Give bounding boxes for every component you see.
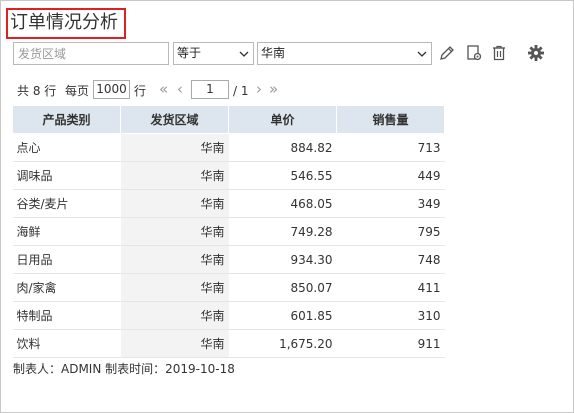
report-footer: 制表人：ADMIN 制表时间：2019-10-18 [13,362,235,376]
cell-category: 点心 [12,133,121,162]
table-row: 日用品 华南 934.30 748 [12,245,445,274]
edit-icon[interactable] [438,44,456,62]
column-header: 发货区域 [120,105,229,134]
cell-category: 调味品 [12,161,121,190]
cell-unit-price: 749.28 [228,217,337,246]
cell-category: 日用品 [12,245,121,274]
gear-icon[interactable] [527,44,545,62]
page-size-input[interactable]: 1000 [93,80,130,99]
cell-unit-price: 546.55 [228,161,337,190]
cell-unit-price: 1,675.20 [228,329,337,358]
cell-unit-price: 884.82 [228,133,337,162]
cell-region: 华南 [120,329,229,358]
settings-doc-icon[interactable] [465,44,483,62]
operator-select[interactable]: 等于 [173,42,254,65]
table-row: 调味品 华南 546.55 449 [12,161,445,190]
page-number-input[interactable]: 1 [191,80,229,99]
cell-sales-volume: 310 [336,301,445,330]
cell-sales-volume: 411 [336,273,445,302]
cell-sales-volume: 911 [336,329,445,358]
chevron-down-icon [417,51,427,57]
table-row: 肉/家禽 华南 850.07 411 [12,273,445,302]
cell-category: 特制品 [12,301,121,330]
per-page-label: 每页 [65,84,90,98]
prev-page-icon[interactable]: ‹ [177,80,183,98]
column-header: 销售量 [336,105,445,134]
page-title: 订单情况分析 [10,12,118,33]
cell-category: 肉/家禽 [12,273,121,302]
cell-region: 华南 [120,273,229,302]
total-pages-label: / 1 [233,84,249,98]
cell-region: 华南 [120,301,229,330]
cell-sales-volume: 748 [336,245,445,274]
first-page-icon[interactable]: « [159,80,168,98]
total-rows-label: 共 8 行 [17,84,57,98]
table-row: 海鲜 华南 749.28 795 [12,217,445,246]
cell-unit-price: 934.30 [228,245,337,274]
table-header-row: 产品类别 发货区域 单价 销售量 [12,105,445,134]
cell-unit-price: 468.05 [228,189,337,218]
last-page-icon[interactable]: » [269,80,278,98]
cell-category: 饮料 [12,329,121,358]
table-row: 谷类/麦片 华南 468.05 349 [12,189,445,218]
cell-sales-volume: 713 [336,133,445,162]
table-row: 特制品 华南 601.85 310 [12,301,445,330]
cell-category: 谷类/麦片 [12,189,121,218]
cell-sales-volume: 449 [336,161,445,190]
column-header: 单价 [228,105,337,134]
table-row: 点心 华南 884.82 713 [12,133,445,162]
value-select-value: 华南 [261,46,286,60]
data-table: 产品类别 发货区域 单价 销售量 点心 华南 884.82 713 调味品 华南… [12,105,445,358]
cell-category: 海鲜 [12,217,121,246]
cell-region: 华南 [120,189,229,218]
table-row: 饮料 华南 1,675.20 911 [12,329,445,358]
cell-sales-volume: 795 [336,217,445,246]
row-unit-label: 行 [134,84,147,98]
cell-region: 华南 [120,245,229,274]
cell-region: 华南 [120,133,229,162]
cell-unit-price: 850.07 [228,273,337,302]
value-select[interactable]: 华南 [257,42,432,65]
cell-sales-volume: 349 [336,189,445,218]
region-field-input[interactable] [13,42,169,65]
column-header: 产品类别 [12,105,121,134]
cell-region: 华南 [120,217,229,246]
cell-region: 华南 [120,161,229,190]
delete-icon[interactable] [490,44,508,62]
operator-value: 等于 [177,46,202,60]
next-page-icon[interactable]: › [256,80,262,98]
cell-unit-price: 601.85 [228,301,337,330]
chevron-down-icon [239,51,249,57]
